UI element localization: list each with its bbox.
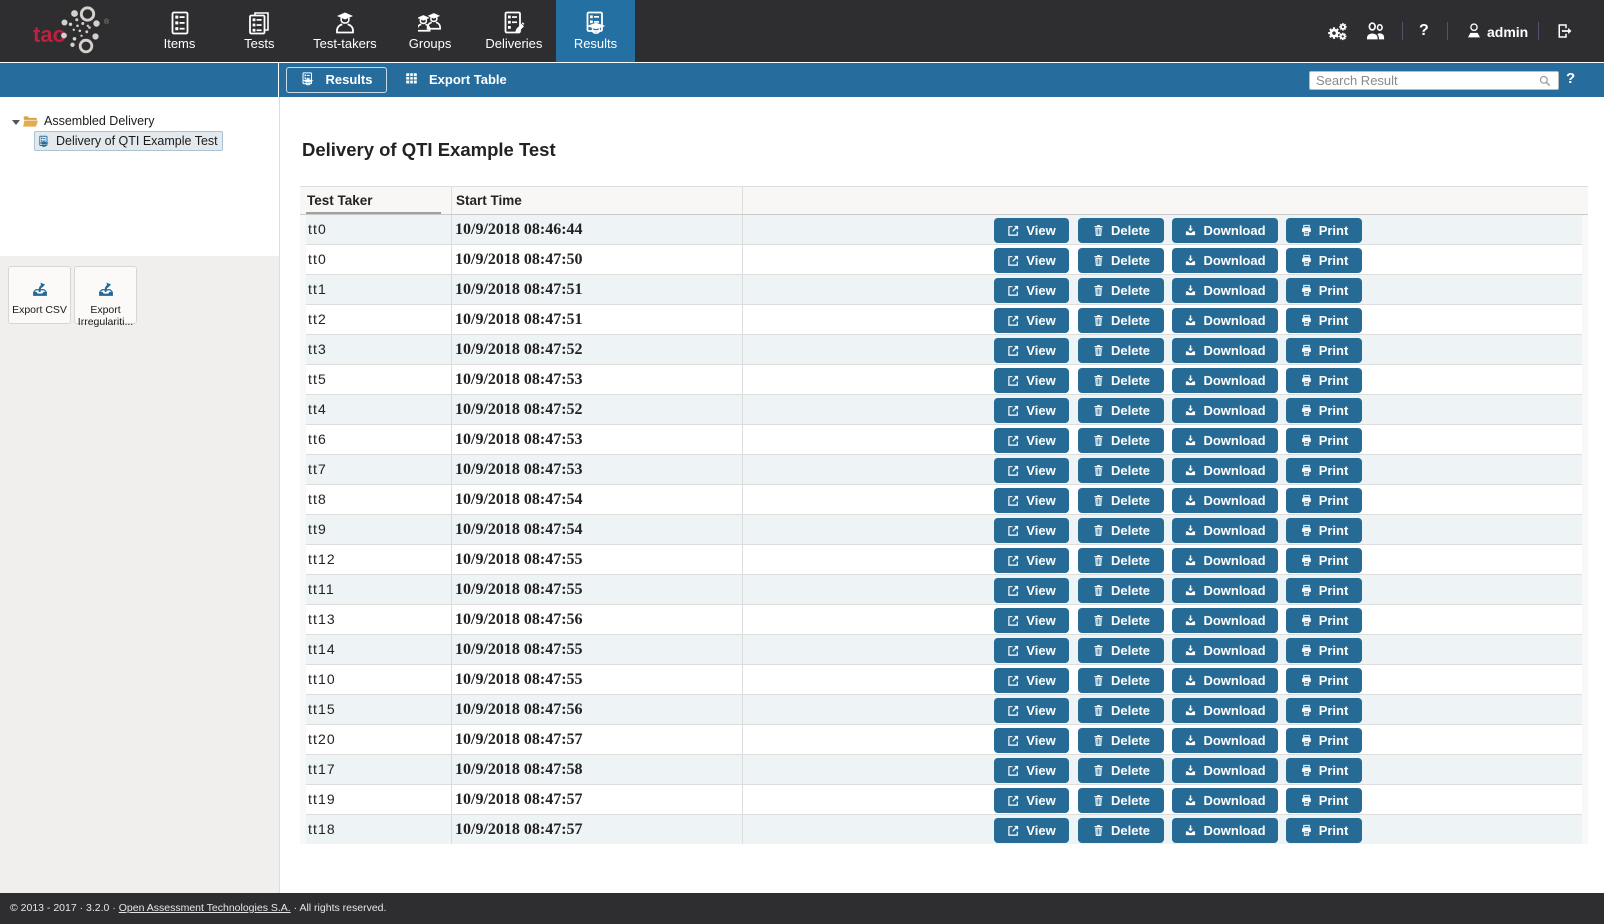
svg-text:tao: tao: [33, 22, 66, 47]
svg-text:®: ®: [104, 18, 110, 26]
